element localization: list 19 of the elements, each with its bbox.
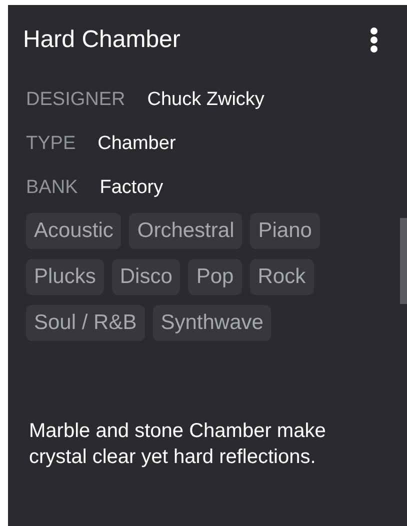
tag-chip[interactable]: Rock — [250, 259, 314, 295]
tag-chip[interactable]: Plucks — [26, 259, 104, 295]
tag-chip[interactable]: Acoustic — [26, 213, 122, 249]
more-options-icon[interactable] — [370, 27, 378, 53]
tag-chip[interactable]: Disco — [112, 259, 180, 295]
field-label: BANK — [26, 177, 78, 199]
field-label: DESIGNER — [26, 89, 126, 111]
tag-chip[interactable]: Soul / R&B — [26, 305, 145, 341]
preset-title: Hard Chamber — [23, 26, 180, 54]
field-label: TYPE — [26, 133, 76, 155]
scrollbar[interactable] — [400, 218, 407, 304]
field-value: Chuck Zwicky — [147, 89, 264, 111]
tag-chip[interactable]: Synthwave — [152, 305, 272, 341]
field-value: Factory — [100, 177, 164, 199]
tag-chip[interactable]: Pop — [188, 259, 242, 295]
preset-description: Marble and stone Chamber make crystal clear yet hard reflections. — [28, 419, 327, 470]
field-value: Chamber — [98, 133, 176, 155]
tag-chip[interactable]: Piano — [250, 213, 320, 249]
tag-chip[interactable]: Orchestral — [129, 213, 242, 249]
